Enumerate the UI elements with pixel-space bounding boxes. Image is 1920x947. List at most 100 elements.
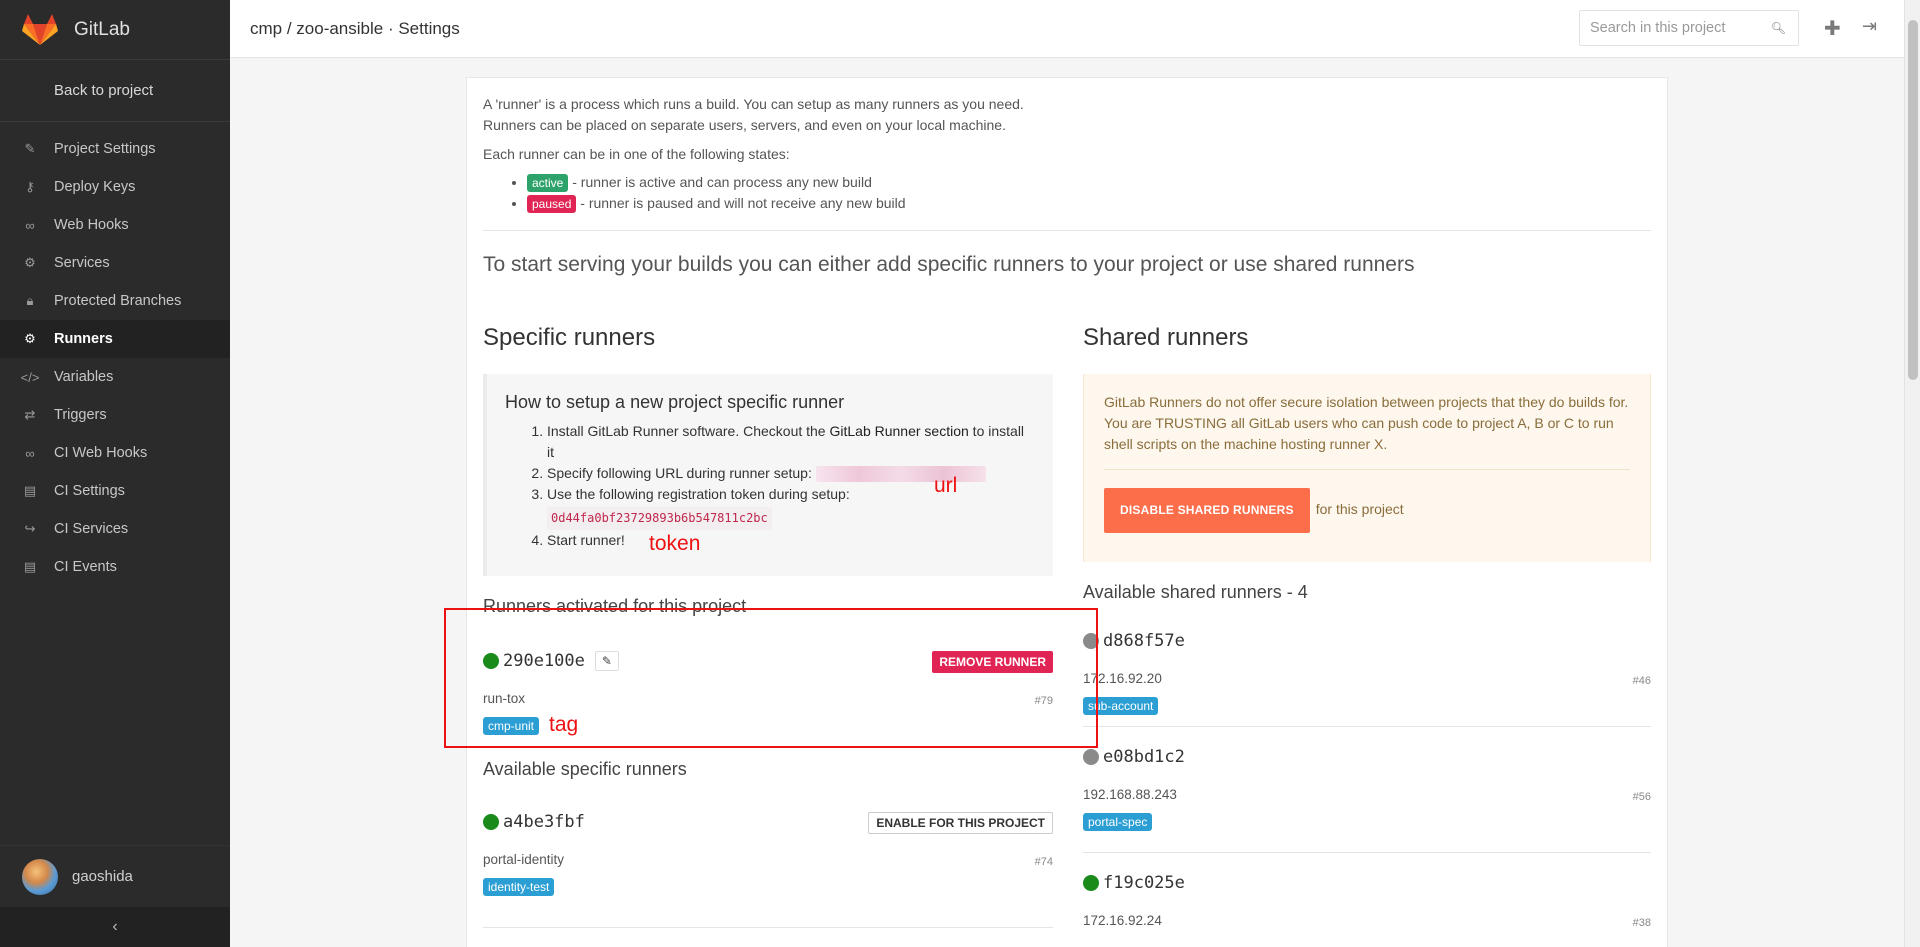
runner-item: f19c025e 172.16.92.24 #38 bbox=[1083, 853, 1651, 933]
runner-header: e08bd1c2 bbox=[1083, 747, 1185, 767]
sidebar-item-web-hooks[interactable]: ∞ Web Hooks bbox=[0, 206, 230, 244]
available-shared-title: Available shared runners - 4 bbox=[1083, 582, 1308, 602]
step-1-text: Install GitLab Runner software. Checkout… bbox=[547, 423, 830, 439]
user-menu[interactable]: gaoshida bbox=[0, 845, 230, 907]
username: gaoshida bbox=[72, 868, 133, 885]
step-2-text: Specify following URL during runner setu… bbox=[547, 465, 812, 481]
gitlab-logo-icon bbox=[22, 13, 58, 45]
sidebar-item-protected-branches[interactable]: 🔒︎ Protected Branches bbox=[0, 282, 230, 320]
scrollbar-thumb[interactable] bbox=[1908, 20, 1918, 380]
paused-badge: paused bbox=[527, 195, 577, 213]
sidebar-item-label: CI Services bbox=[54, 521, 129, 537]
setup-title: How to setup a new project specific runn… bbox=[505, 392, 845, 412]
shared-runners-warning: GitLab Runners do not offer secure isola… bbox=[1083, 374, 1651, 562]
divider bbox=[483, 230, 1651, 231]
setup-step-1: Install GitLab Runner software. Checkout… bbox=[547, 421, 1033, 463]
sidebar-item-label: Triggers bbox=[54, 407, 107, 423]
sidebar-item-runners[interactable]: ⚙ Runners bbox=[0, 320, 230, 358]
runner-header: f19c025e bbox=[1083, 873, 1185, 893]
runners-card: A 'runner' is a process which runs a bui… bbox=[466, 77, 1668, 947]
setup-step-2: Specify following URL during runner setu… bbox=[547, 463, 1033, 484]
state-paused: paused - runner is paused and will not r… bbox=[527, 193, 1651, 214]
sidebar-item-ci-services[interactable]: ↪ CI Services bbox=[0, 510, 230, 548]
share-icon: ↪ bbox=[24, 521, 36, 536]
code-icon: </> bbox=[20, 369, 40, 385]
sidebar-item-ci-events[interactable]: ▤ CI Events bbox=[0, 548, 230, 586]
enable-runner-button[interactable]: ENABLE FOR THIS PROJECT bbox=[868, 812, 1053, 834]
lead-text: To start serving your builds you can eit… bbox=[483, 253, 1415, 276]
redacted-url bbox=[815, 466, 986, 483]
status-dot bbox=[483, 814, 499, 830]
sidebar-item-label: Protected Branches bbox=[54, 293, 182, 309]
search-icon: 🔍︎ bbox=[1770, 21, 1786, 35]
chevron-left-icon: ‹ bbox=[112, 918, 118, 935]
sidebar-item-ci-settings[interactable]: ▤ CI Settings bbox=[0, 472, 230, 510]
available-specific-title: Available specific runners bbox=[483, 759, 687, 779]
status-dot bbox=[1083, 875, 1099, 891]
intro-line-1: A 'runner' is a process which runs a bui… bbox=[483, 96, 1024, 112]
runner-id[interactable]: f19c025e bbox=[1103, 873, 1185, 893]
state-active: active - runner is active and can proces… bbox=[527, 172, 1651, 193]
states-heading: Each runner can be in one of the followi… bbox=[483, 146, 790, 162]
cogs-icon: ⚙ bbox=[24, 255, 36, 270]
sidebar-item-label: Runners bbox=[54, 331, 113, 347]
runner-description: portal-identity bbox=[483, 852, 565, 867]
step-4-text: Start runner! bbox=[547, 532, 625, 548]
states-list: active - runner is active and can proces… bbox=[483, 172, 1651, 214]
specific-runners-title: Specific runners bbox=[483, 324, 656, 351]
back-to-project-link[interactable]: Back to project bbox=[0, 60, 230, 122]
runner-id[interactable]: a4be3fbf bbox=[503, 812, 585, 832]
sidebar-item-deploy-keys[interactable]: ⚷ Deploy Keys bbox=[0, 168, 230, 206]
avatar bbox=[22, 858, 58, 895]
runner-description: 192.168.88.243 bbox=[1083, 787, 1177, 802]
annotation-tag: tag bbox=[549, 713, 579, 736]
header: cmp / zoo-ansible · Settings Search in t… bbox=[230, 0, 1920, 58]
retweet-icon: ⇄ bbox=[24, 407, 36, 422]
shared-runners-column: Shared runners GitLab Runners do not off… bbox=[1083, 324, 1651, 933]
sign-out-icon[interactable]: ⇥ bbox=[1862, 16, 1877, 37]
active-badge: active bbox=[527, 174, 569, 192]
search-input[interactable]: Search in this project 🔍︎ bbox=[1579, 10, 1799, 46]
setup-step-3: Use the following registration token dur… bbox=[547, 484, 1033, 530]
for-this-project-text: for this project bbox=[1315, 501, 1404, 517]
sidebar-item-ci-web-hooks[interactable]: ∞ CI Web Hooks bbox=[0, 434, 230, 472]
runner-number: #56 bbox=[1632, 791, 1651, 803]
runner-tag: portal-spec bbox=[1083, 813, 1153, 831]
sidebar-item-label: CI Web Hooks bbox=[54, 445, 148, 461]
shared-runners-title: Shared runners bbox=[1083, 324, 1249, 351]
annotation-token: token bbox=[649, 532, 701, 555]
link-icon: ∞ bbox=[25, 217, 35, 233]
edit-icon: ✎ bbox=[24, 141, 36, 156]
sidebar-item-label: Web Hooks bbox=[54, 217, 129, 233]
sidebar-item-project-settings[interactable]: ✎ Project Settings bbox=[0, 130, 230, 168]
new-plus-icon[interactable]: ✚ bbox=[1824, 16, 1841, 41]
sidebar-item-label: Variables bbox=[54, 369, 114, 385]
available-shared-section: Available shared runners - 4 d868f57e 17… bbox=[1083, 582, 1651, 933]
runner-id[interactable]: e08bd1c2 bbox=[1103, 747, 1185, 767]
page-scrollbar[interactable] bbox=[1904, 0, 1920, 947]
link-icon: ∞ bbox=[25, 445, 35, 461]
state-active-text: - runner is active and can process any n… bbox=[568, 174, 872, 190]
sidebar-item-label: Deploy Keys bbox=[54, 179, 136, 195]
sidebar-item-variables[interactable]: </> Variables bbox=[0, 358, 230, 396]
sidebar: GitLab Back to project ✎ Project Settings… bbox=[0, 0, 230, 947]
state-paused-text: - runner is paused and will not receive … bbox=[576, 195, 906, 211]
disable-shared-runners-button[interactable]: DISABLE SHARED RUNNERS bbox=[1104, 488, 1310, 533]
brand[interactable]: GitLab bbox=[0, 0, 230, 60]
sidebar-nav: ✎ Project Settings ⚷ Deploy Keys ∞ Web Hook… bbox=[0, 122, 230, 586]
sidebar-item-label: CI Events bbox=[54, 559, 117, 575]
runner-id[interactable]: d868f57e bbox=[1103, 631, 1185, 651]
warning-text: GitLab Runners do not offer secure isola… bbox=[1104, 394, 1629, 452]
step-3-text: Use the following registration token dur… bbox=[547, 486, 850, 502]
runner-header: d868f57e bbox=[1083, 631, 1185, 651]
sidebar-item-label: CI Settings bbox=[54, 483, 125, 499]
sidebar-item-triggers[interactable]: ⇄ Triggers bbox=[0, 396, 230, 434]
runner-description: 172.16.92.24 bbox=[1083, 913, 1162, 928]
collapse-sidebar-button[interactable]: ‹ bbox=[0, 907, 230, 947]
runner-number: #74 bbox=[1034, 856, 1053, 868]
breadcrumb: cmp / zoo-ansible · Settings bbox=[250, 18, 460, 38]
setup-instructions: How to setup a new project specific runn… bbox=[483, 374, 1053, 576]
warning-divider bbox=[1104, 469, 1630, 470]
sidebar-item-services[interactable]: ⚙ Services bbox=[0, 244, 230, 282]
gitlab-runner-section-link[interactable]: GitLab Runner section bbox=[829, 423, 968, 439]
